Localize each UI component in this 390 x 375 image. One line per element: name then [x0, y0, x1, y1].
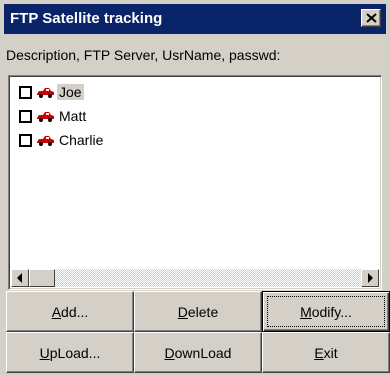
exit-button-accel: E — [314, 344, 324, 361]
close-button[interactable] — [361, 9, 381, 27]
upload-button[interactable]: UpLoad... — [6, 332, 134, 373]
download-button[interactable]: DownLoad — [134, 332, 262, 373]
download-button-accel: D — [164, 344, 175, 361]
car-icon — [37, 88, 54, 98]
window-title: FTP Satellite tracking — [10, 10, 163, 27]
delete-button[interactable]: Delete — [134, 291, 262, 332]
scroll-track[interactable] — [29, 269, 361, 287]
add-button[interactable]: Add... — [6, 291, 134, 332]
add-button-label: dd... — [61, 303, 89, 320]
item-checkbox[interactable] — [19, 134, 32, 147]
modify-button[interactable]: Modify... — [262, 291, 390, 332]
add-button-accel: A — [51, 303, 62, 320]
exit-button[interactable]: Exit — [262, 332, 390, 373]
scroll-right-button[interactable] — [361, 269, 379, 287]
column-header-label: Description, FTP Server, UsrName, passwd… — [6, 47, 281, 63]
car-icon — [37, 112, 54, 122]
exit-button-label: xit — [323, 344, 338, 361]
close-icon — [366, 13, 377, 23]
account-listbox[interactable]: Joe Matt Charlie — [8, 75, 382, 290]
arrow-left-icon — [17, 273, 22, 283]
upload-button-accel: U — [39, 344, 50, 361]
title-bar[interactable]: FTP Satellite tracking — [4, 4, 386, 34]
item-checkbox[interactable] — [19, 110, 32, 123]
ftp-satellite-window: FTP Satellite tracking Description, FTP … — [0, 0, 390, 375]
scroll-thumb[interactable] — [29, 269, 55, 287]
delete-button-accel: D — [177, 303, 188, 320]
car-icon — [37, 136, 54, 146]
arrow-right-icon — [368, 273, 373, 283]
focus-rect — [267, 296, 385, 327]
scroll-left-button[interactable] — [11, 269, 29, 287]
item-label: Matt — [59, 108, 87, 124]
item-checkbox[interactable] — [19, 86, 32, 99]
delete-button-label: elete — [187, 303, 219, 320]
item-label: Joe — [57, 84, 84, 100]
upload-button-label: pLoad... — [49, 344, 101, 361]
download-button-label: ownLoad — [174, 344, 232, 361]
horizontal-scrollbar[interactable] — [11, 269, 379, 287]
item-label: Charlie — [59, 132, 104, 148]
